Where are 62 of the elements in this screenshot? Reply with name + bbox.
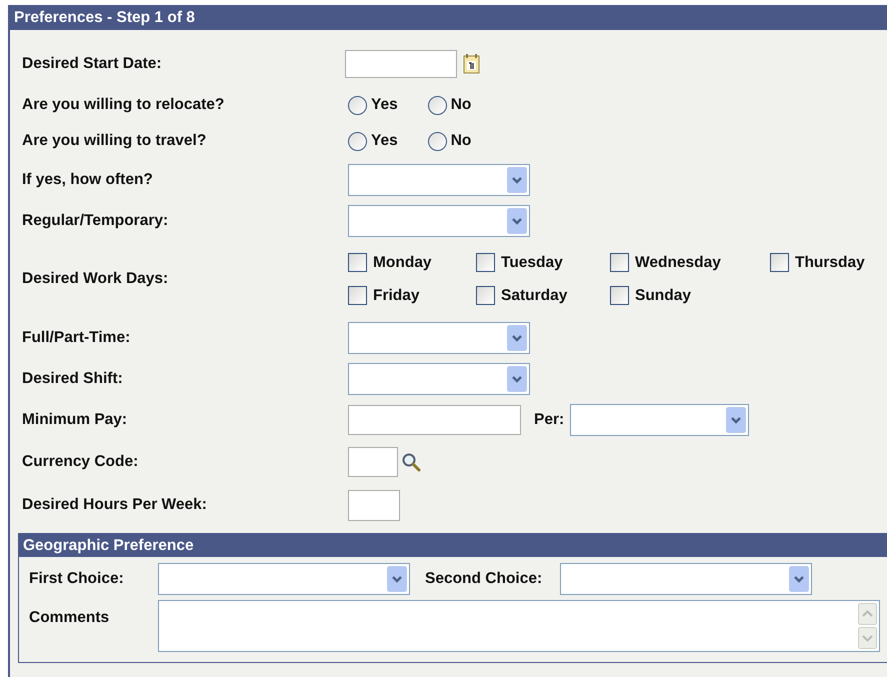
field-label: First Choice: (29, 569, 125, 590)
checkbox[interactable] (610, 286, 629, 305)
dropdown[interactable] (348, 204, 530, 236)
field-label: Desired Work Days: (22, 269, 170, 290)
chevron-down-icon (507, 366, 527, 392)
field-label: Desired Shift: (22, 368, 124, 389)
dropdown[interactable] (560, 563, 812, 595)
day-label: Sunday (635, 286, 691, 306)
checkbox[interactable] (348, 253, 367, 272)
field-label: Comments (29, 608, 110, 628)
checkbox[interactable] (348, 286, 367, 305)
dropdown[interactable] (348, 322, 530, 354)
field-label: Desired Hours Per Week: (22, 495, 208, 516)
checkbox[interactable] (770, 253, 789, 272)
panel-title: Preferences - Step 1 of 8 (10, 5, 887, 30)
day-label: Thursday (795, 253, 865, 274)
comments-field[interactable] (158, 600, 880, 652)
currency-input[interactable] (348, 447, 398, 477)
day-label: Friday (373, 286, 420, 306)
dropdown[interactable] (570, 404, 750, 436)
field-label: Full/Part-Time: (22, 328, 132, 348)
field-label: Minimum Pay: (22, 410, 128, 430)
option-label: Yes (371, 131, 398, 152)
chevron-down-icon (789, 566, 810, 592)
per-label: Per: (534, 410, 564, 430)
day-label: Monday (373, 253, 432, 274)
field-label: Currency Code: (22, 452, 140, 472)
field-label: Desired Start Date: (22, 54, 163, 74)
option-label: No (450, 95, 472, 116)
chevron-down-icon (507, 208, 527, 234)
chevron-down-icon (726, 407, 746, 433)
pay-input[interactable] (348, 405, 521, 435)
hours-input[interactable] (348, 490, 400, 520)
checkbox[interactable] (476, 253, 495, 272)
scroll-up-icon (858, 603, 877, 625)
dropdown[interactable] (158, 563, 410, 595)
checkbox[interactable] (610, 253, 629, 272)
chevron-down-icon (507, 166, 527, 192)
scroll-down-icon (858, 627, 877, 649)
search-icon (401, 452, 421, 472)
field-label: Are you willing to relocate? (22, 95, 226, 116)
dropdown[interactable] (348, 164, 530, 196)
option-label: No (450, 131, 472, 152)
checkbox[interactable] (476, 286, 495, 305)
day-label: Tuesday (501, 253, 563, 274)
field-label: Regular/Temporary: (22, 210, 170, 231)
day-label: Saturday (501, 286, 568, 306)
radio-button[interactable] (428, 96, 447, 114)
radio-button[interactable] (348, 132, 367, 150)
field-label: If yes, how often? (22, 170, 154, 190)
calendar-icon (463, 53, 481, 75)
radio-button[interactable] (348, 96, 367, 114)
dropdown[interactable] (348, 362, 530, 394)
chevron-down-icon (507, 324, 527, 350)
radio-button[interactable] (428, 132, 447, 150)
field-label: Are you willing to travel? (22, 131, 208, 152)
section-title: Geographic Preference (19, 534, 887, 557)
chevron-down-icon (387, 566, 407, 592)
option-label: Yes (371, 95, 398, 116)
field-label: Second Choice: (425, 569, 542, 590)
day-label: Wednesday (635, 253, 721, 274)
date-input[interactable] (345, 50, 457, 78)
